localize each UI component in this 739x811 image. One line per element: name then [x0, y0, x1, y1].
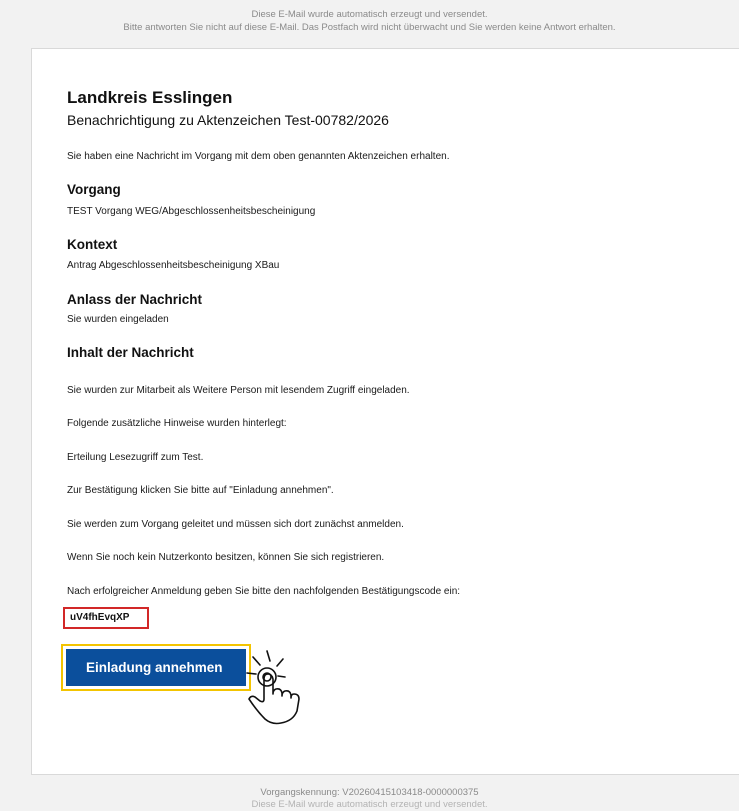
section-heading-kontext: Kontext — [67, 237, 118, 252]
message-paragraph: Wenn Sie noch kein Nutzerkonto besitzen,… — [67, 552, 385, 563]
message-paragraph: Folgende zusätzliche Hinweise wurden hin… — [67, 418, 287, 429]
accept-invitation-button[interactable]: Einladung annehmen — [66, 649, 246, 686]
confirmation-code: uV4fhEvqXP — [63, 607, 149, 629]
section-heading-anlass: Anlass der Nachricht — [67, 292, 203, 307]
footer-reference: Vorgangskennung: V20260415103418-0000000… — [260, 787, 479, 798]
section-value-anlass: Sie wurden eingeladen — [67, 314, 169, 325]
email-card: Landkreis Esslingen Benachrichtigung zu … — [31, 48, 739, 775]
hand-pointer-icon — [246, 650, 300, 725]
message-paragraph: Sie werden zum Vorgang geleitet und müss… — [67, 519, 404, 530]
message-paragraph: Nach erfolgreicher Anmeldung geben Sie b… — [67, 586, 461, 597]
preheader-line-2: Bitte antworten Sie nicht auf diese E-Ma… — [123, 22, 616, 33]
footer: Vorgangskennung: V20260415103418-0000000… — [0, 787, 739, 811]
message-paragraph: Sie wurden zur Mitarbeit als Weitere Per… — [67, 385, 410, 396]
intro-text: Sie haben eine Nachricht im Vorgang mit … — [67, 151, 450, 162]
section-heading-vorgang: Vorgang — [67, 182, 121, 197]
page-subtitle: Benachrichtigung zu Aktenzeichen Test-00… — [67, 112, 389, 128]
section-value-vorgang: TEST Vorgang WEG/Abgeschlossenheitsbesch… — [67, 206, 316, 217]
preheader-line-1: Diese E-Mail wurde automatisch erzeugt u… — [251, 9, 488, 20]
message-paragraph: Zur Bestätigung klicken Sie bitte auf "E… — [67, 485, 334, 496]
button-highlight: Einladung annehmen — [61, 644, 251, 691]
footer-notice: Diese E-Mail wurde automatisch erzeugt u… — [251, 799, 488, 810]
page-title: Landkreis Esslingen — [67, 88, 233, 107]
message-paragraph: Erteilung Lesezugriff zum Test. — [67, 452, 204, 463]
section-heading-inhalt: Inhalt der Nachricht — [67, 345, 194, 360]
section-value-kontext: Antrag Abgeschlossenheitsbescheinigung X… — [67, 260, 280, 271]
preheader: Diese E-Mail wurde automatisch erzeugt u… — [0, 8, 739, 34]
